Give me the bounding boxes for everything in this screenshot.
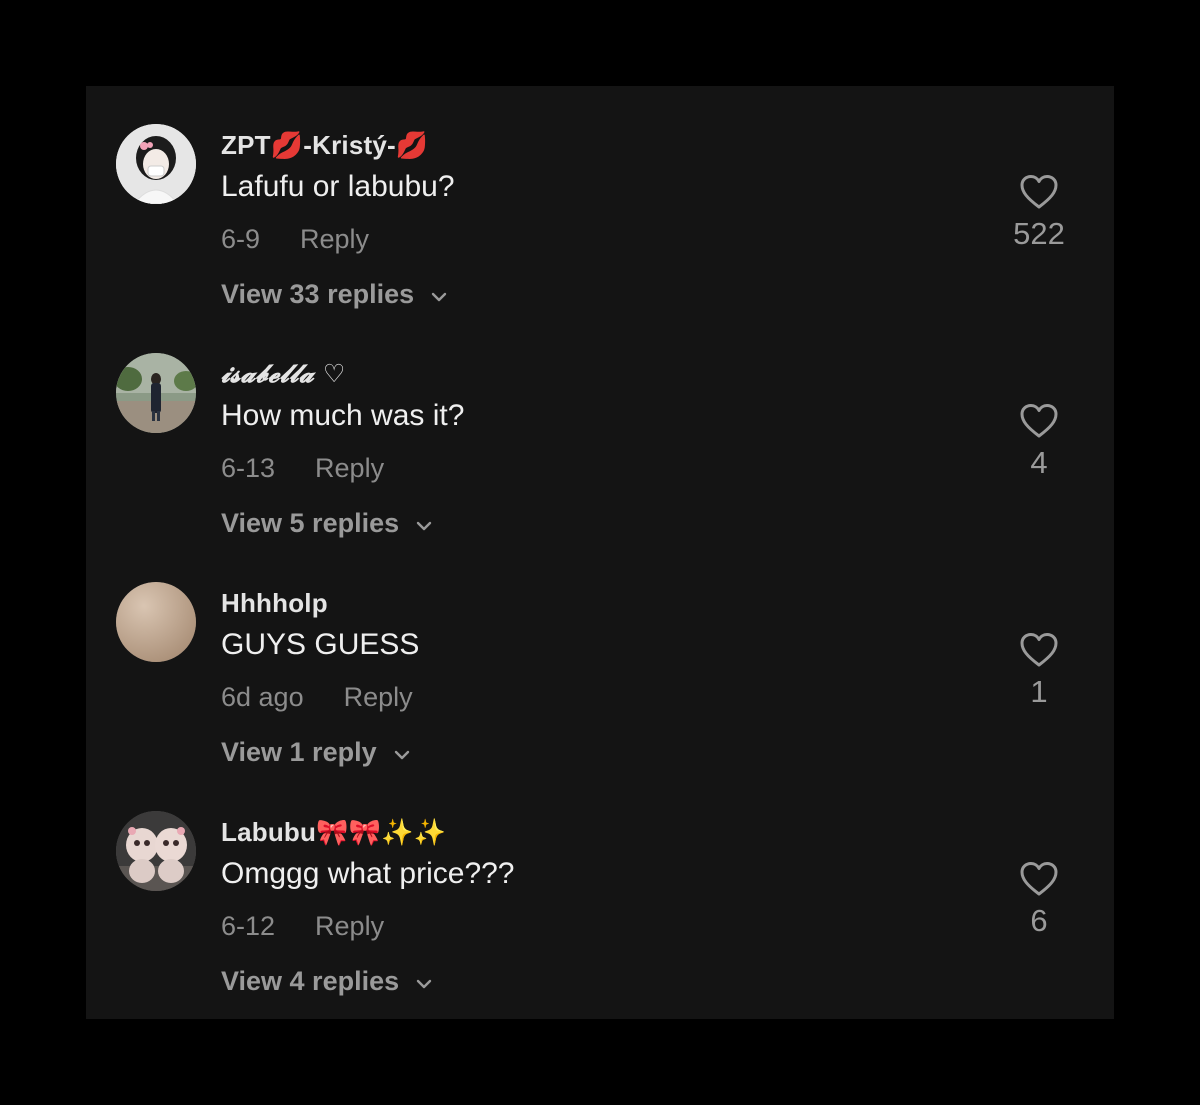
view-replies-label: View 1 reply (221, 737, 377, 767)
comment-text: Omggg what price??? (221, 857, 515, 890)
chevron-down-icon (394, 750, 409, 759)
avatar-girl-bow-icon (116, 124, 196, 204)
avatar[interactable] (116, 353, 196, 433)
view-replies-button[interactable]: View 33 replies (221, 279, 448, 310)
avatar-outdoor-photo-icon (116, 353, 196, 433)
comment-text: Lafufu or labubu? (221, 170, 455, 203)
reply-button[interactable]: Reply (300, 224, 369, 254)
like-button[interactable]: 1 (1009, 632, 1069, 710)
comment-meta: 6-9 Reply (221, 224, 369, 255)
view-replies-label: View 33 replies (221, 279, 415, 309)
heart-icon (1020, 633, 1058, 667)
comment-item: Hhhholp GUYS GUESS 6d ago Reply View 1 re… (86, 544, 1114, 767)
comment-text: GUYS GUESS (221, 628, 420, 661)
comments-panel: ZPT💋-Kristý-💋 Lafufu or labubu? 6-9 Reply… (86, 86, 1114, 1019)
comment-date: 6-12 (221, 911, 276, 941)
heart-icon (1020, 862, 1058, 896)
like-button[interactable]: 6 (1009, 861, 1069, 939)
view-replies-button[interactable]: View 1 reply (221, 737, 411, 768)
view-replies-button[interactable]: View 5 replies (221, 508, 433, 539)
heart-icon (1020, 404, 1058, 438)
reply-button[interactable]: Reply (344, 682, 413, 712)
comment-date: 6-13 (221, 453, 276, 483)
like-count: 1 (1030, 674, 1048, 709)
comment-username[interactable]: Labubu🎀🎀✨✨ (221, 817, 446, 848)
comment-text: How much was it? (221, 399, 465, 432)
comment-meta: 6-13 Reply (221, 453, 384, 484)
avatar-beige-icon (116, 582, 196, 662)
comment-username[interactable]: 𝓲𝓼𝓪𝓫𝓮𝓵𝓵𝓪 ♡ (221, 359, 345, 389)
comment-date: 6-9 (221, 224, 261, 254)
view-replies-button[interactable]: View 4 replies (221, 966, 433, 997)
heart-icon (1020, 175, 1058, 209)
comment-username[interactable]: Hhhholp (221, 588, 328, 619)
chevron-down-icon (431, 292, 447, 301)
avatar-plush-toys-icon (116, 811, 196, 891)
reply-button[interactable]: Reply (315, 453, 384, 483)
comment-meta: 6d ago Reply (221, 682, 413, 713)
avatar[interactable] (116, 124, 196, 204)
avatar[interactable] (116, 582, 196, 662)
comment-item: ZPT💋-Kristý-💋 Lafufu or labubu? 6-9 Reply… (86, 86, 1114, 309)
comment-item: 𝓲𝓼𝓪𝓫𝓮𝓵𝓵𝓪 ♡ How much was it? 6-13 Reply Vi… (86, 315, 1114, 538)
chevron-down-icon (416, 521, 432, 530)
like-count: 6 (1030, 903, 1048, 938)
like-count: 522 (1013, 216, 1065, 251)
comment-date: 6d ago (221, 682, 304, 712)
comment-meta: 6-12 Reply (221, 911, 384, 942)
view-replies-label: View 5 replies (221, 508, 400, 538)
like-button[interactable]: 522 (994, 174, 1084, 252)
chevron-down-icon (416, 979, 432, 988)
reply-button[interactable]: Reply (315, 911, 384, 941)
comment-username[interactable]: ZPT💋-Kristý-💋 (221, 130, 428, 161)
comment-item: Labubu🎀🎀✨✨ Omggg what price??? 6-12 Reply… (86, 773, 1114, 996)
like-count: 4 (1030, 445, 1048, 480)
avatar[interactable] (116, 811, 196, 891)
view-replies-label: View 4 replies (221, 966, 400, 996)
like-button[interactable]: 4 (1009, 403, 1069, 481)
